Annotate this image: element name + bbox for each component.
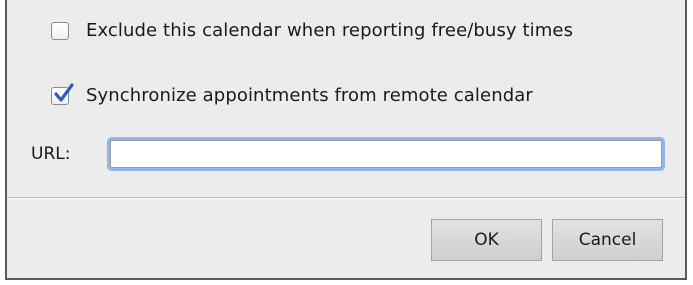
exclude-free-busy-label[interactable]: Exclude this calendar when reporting fre… [86, 20, 573, 41]
calendar-settings-dialog: Exclude this calendar when reporting fre… [5, 0, 687, 280]
separator [7, 197, 685, 199]
ok-button[interactable]: OK [431, 219, 542, 261]
url-label: URL: [31, 144, 71, 164]
sync-remote-label[interactable]: Synchronize appointments from remote cal… [86, 85, 533, 106]
url-input[interactable] [110, 140, 662, 168]
cancel-button[interactable]: Cancel [552, 219, 663, 261]
sync-remote-row[interactable]: Synchronize appointments from remote cal… [51, 82, 533, 106]
exclude-free-busy-row[interactable]: Exclude this calendar when reporting fre… [51, 20, 573, 41]
checkmark-icon [54, 82, 74, 102]
url-row: URL: [31, 140, 662, 168]
exclude-free-busy-checkbox[interactable] [51, 21, 69, 40]
sync-remote-checkbox[interactable] [51, 82, 74, 105]
